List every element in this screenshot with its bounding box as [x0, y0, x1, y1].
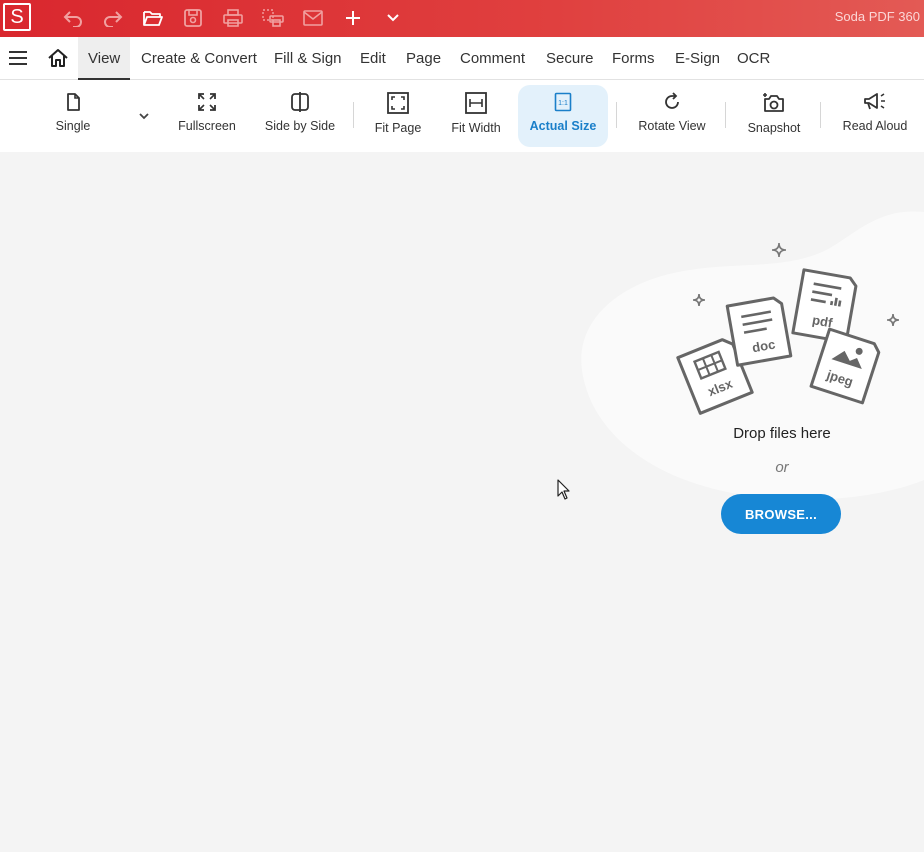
title-bar: S Soda PDF 360 — [0, 0, 924, 37]
actual-size-icon: 1:1 — [554, 92, 572, 112]
actual-size-button[interactable]: 1:1 Actual Size — [518, 85, 608, 147]
fullscreen-button[interactable]: Fullscreen — [172, 85, 242, 147]
or-text: or — [775, 459, 789, 476]
print-icon[interactable] — [221, 7, 245, 29]
menu-bar: View Create & Convert Fill & Sign Edit P… — [0, 37, 924, 80]
fit-width-icon — [465, 92, 487, 114]
ribbon-separator — [353, 102, 354, 128]
fit-page-label: Fit Page — [374, 121, 422, 135]
tab-forms[interactable]: Forms — [612, 37, 655, 80]
ribbon-separator — [616, 102, 617, 128]
fit-width-button[interactable]: Fit Width — [445, 85, 507, 147]
fit-width-label: Fit Width — [451, 121, 501, 135]
side-by-side-label: Side by Side — [264, 119, 336, 133]
fit-page-icon — [387, 92, 409, 114]
undo-icon[interactable] — [61, 7, 85, 29]
tab-edit[interactable]: Edit — [360, 37, 386, 80]
tab-fill-sign[interactable]: Fill & Sign — [274, 37, 342, 80]
sparkle-icon — [771, 242, 787, 258]
drop-files-text: Drop files here — [733, 425, 831, 442]
tab-secure[interactable]: Secure — [546, 37, 594, 80]
hamburger-menu-icon[interactable] — [8, 49, 28, 72]
rotate-view-label: Rotate View — [638, 119, 706, 133]
app-title: Soda PDF 360 — [834, 9, 920, 24]
open-folder-icon[interactable] — [141, 7, 165, 29]
add-icon[interactable] — [341, 7, 365, 29]
fit-page-button[interactable]: Fit Page — [368, 85, 428, 147]
svg-text:1:1: 1:1 — [558, 100, 568, 107]
doc-file-icon: doc — [725, 296, 793, 367]
rotate-view-button[interactable]: Rotate View — [632, 85, 712, 147]
tab-comment[interactable]: Comment — [460, 37, 525, 80]
tab-e-sign[interactable]: E-Sign — [675, 37, 720, 80]
camera-icon — [763, 93, 784, 112]
ribbon-separator — [725, 102, 726, 128]
read-aloud-button[interactable]: Read Aloud — [836, 85, 914, 147]
tab-create-convert[interactable]: Create & Convert — [141, 37, 257, 80]
megaphone-icon — [864, 93, 885, 110]
tab-view[interactable]: View — [78, 37, 131, 80]
tab-page[interactable]: Page — [406, 37, 441, 80]
tab-ocr[interactable]: OCR — [737, 37, 770, 80]
pdf-file-icon: pdf — [791, 268, 858, 344]
redo-icon[interactable] — [101, 7, 125, 29]
snapshot-label: Snapshot — [747, 121, 801, 135]
single-label: Single — [55, 119, 91, 133]
print-preview-icon[interactable] — [261, 7, 285, 29]
fullscreen-icon — [198, 93, 216, 111]
fullscreen-label: Fullscreen — [178, 119, 236, 133]
app-logo[interactable]: S — [3, 3, 31, 31]
browse-button[interactable]: BROWSE... — [721, 494, 841, 534]
email-icon[interactable] — [301, 7, 325, 29]
save-icon[interactable] — [181, 7, 205, 29]
more-chevron-icon[interactable] — [381, 7, 405, 29]
side-by-side-icon — [291, 92, 309, 112]
mouse-cursor-icon — [557, 479, 570, 500]
actual-size-label: Actual Size — [529, 119, 597, 133]
home-icon[interactable] — [47, 48, 69, 73]
single-page-button[interactable]: Single — [44, 85, 102, 147]
side-by-side-button[interactable]: Side by Side — [260, 85, 340, 147]
snapshot-button[interactable]: Snapshot — [740, 85, 808, 147]
single-page-icon — [67, 93, 80, 111]
view-ribbon: Single Fullscreen Side by Side Fit Page … — [0, 80, 924, 152]
ribbon-separator — [820, 102, 821, 128]
page-layout-dropdown-icon[interactable] — [138, 108, 150, 126]
rotate-icon — [665, 92, 679, 109]
read-aloud-label: Read Aloud — [842, 119, 908, 133]
